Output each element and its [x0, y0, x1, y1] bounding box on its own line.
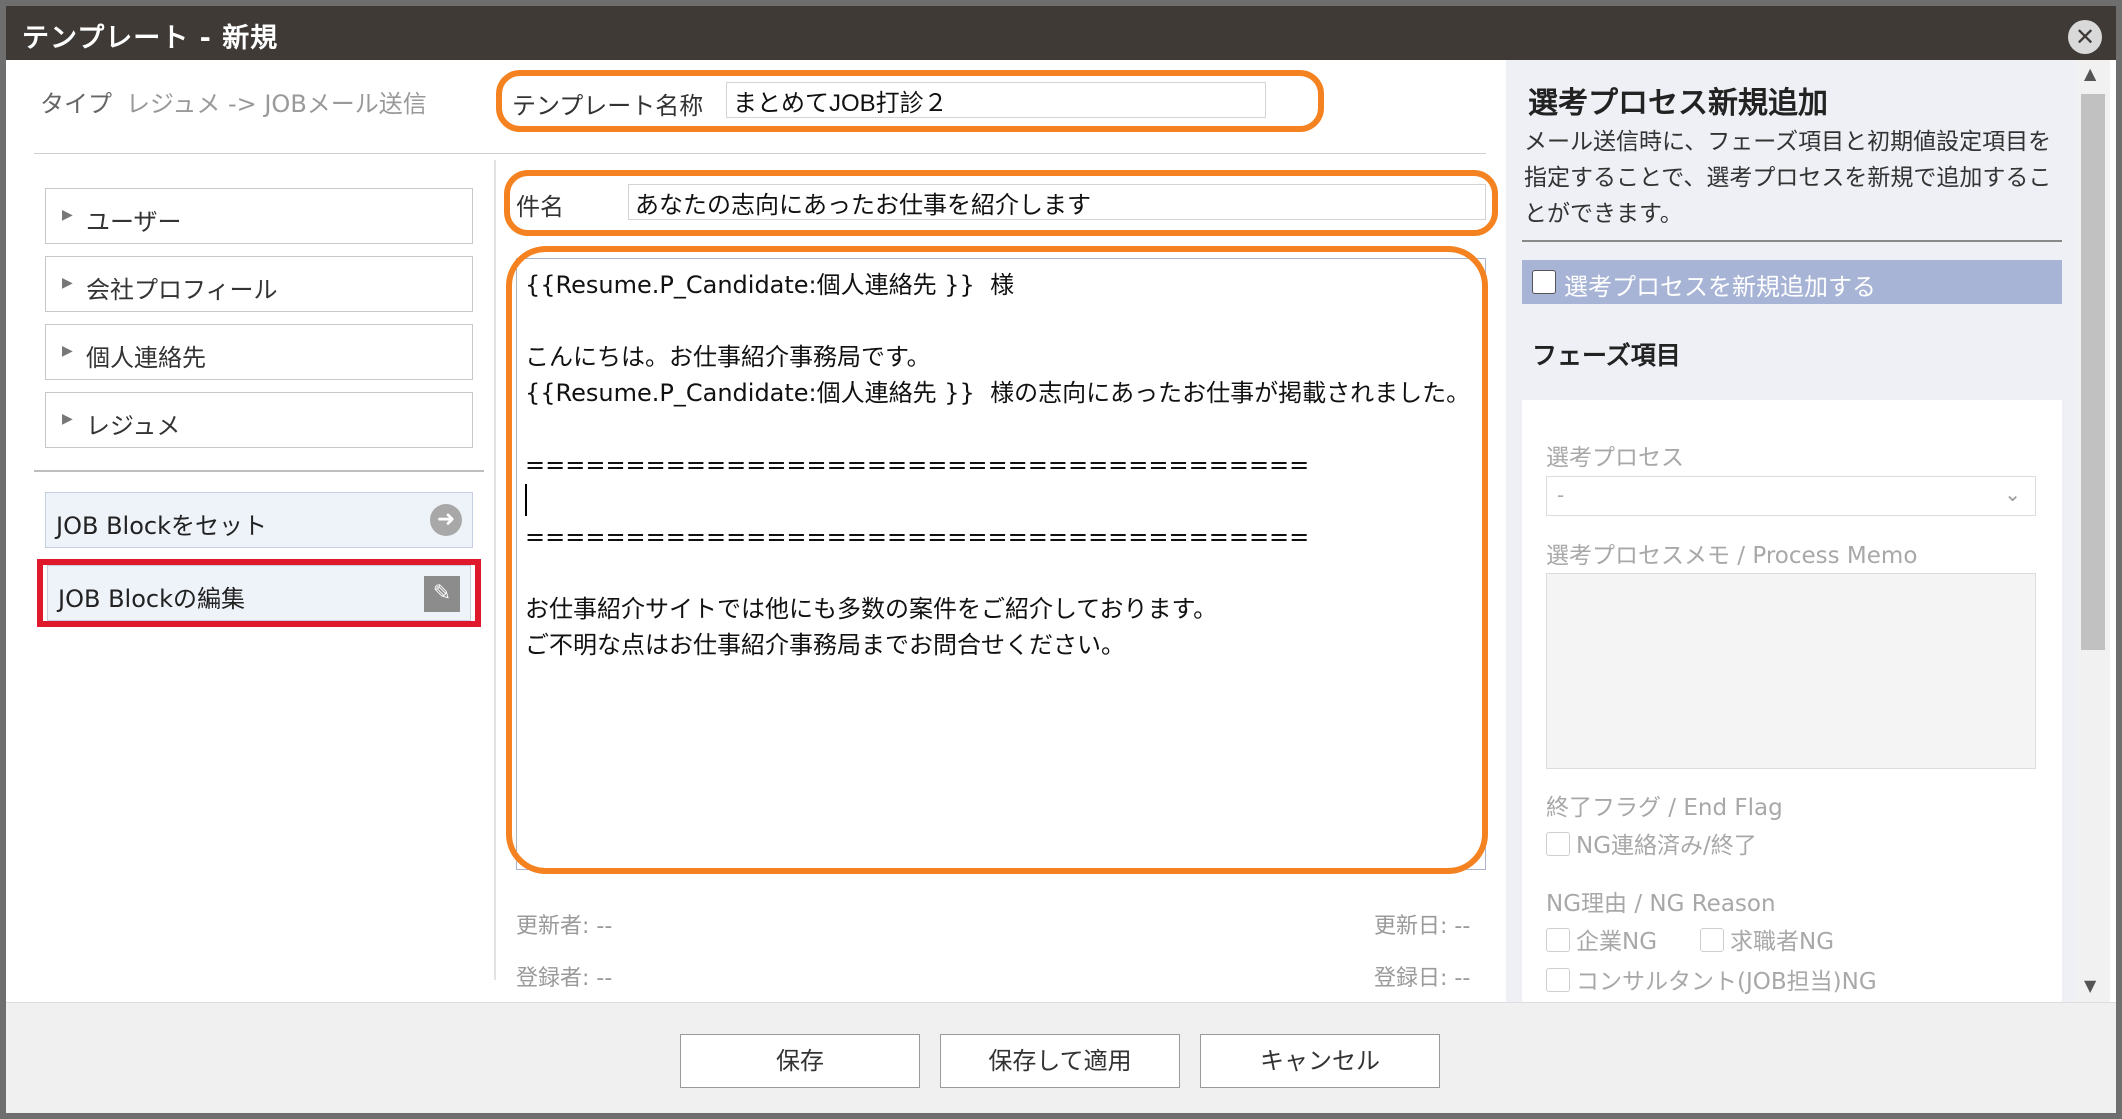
add-process-checkbox[interactable] [1532, 270, 1556, 294]
updated-by: 更新者: -- [516, 914, 613, 939]
ng-candidate-label: 求職者NG [1730, 929, 1835, 955]
divider [34, 153, 1486, 154]
ng-consultant-label: コンサルタント(JOB担当)NG [1576, 969, 1877, 995]
highlight-box-body [506, 246, 1488, 874]
memo-label: 選考プロセスメモ / Process Memo [1546, 543, 1918, 569]
divider [34, 470, 484, 472]
expand-triangle-icon: ▶ [62, 411, 73, 427]
process-select-value: - [1557, 483, 1565, 507]
updated-at: 更新日: -- [1374, 914, 1471, 939]
ng-consultant-checkbox[interactable] [1546, 968, 1570, 992]
highlight-box-template-name [496, 70, 1324, 132]
set-job-block-button[interactable]: JOB Blockをセット ➜ [45, 492, 473, 548]
right-panel-description: メール送信時に、フェーズ項目と初期値設定項目を指定することで、選考プロセスを新規… [1524, 129, 2052, 227]
end-flag-option: NG連絡済み/終了 [1576, 833, 1757, 859]
dialog-titlebar: テンプレート - 新規 ✕ [6, 6, 2116, 60]
chevron-down-icon: ⌄ [2004, 482, 2021, 506]
end-flag-checkbox[interactable] [1546, 832, 1570, 856]
end-flag-label: 終了フラグ / End Flag [1546, 795, 1783, 821]
save-button[interactable]: 保存 [680, 1034, 920, 1088]
memo-textarea[interactable] [1546, 573, 2036, 769]
type-row: タイプ レジュメ -> JOBメール送信 [40, 84, 427, 119]
add-process-checkbox-row[interactable]: 選考プロセスを新規追加する [1522, 260, 2062, 304]
scroll-down-icon[interactable]: ▼ [2084, 976, 2096, 995]
expand-triangle-icon: ▶ [62, 275, 73, 291]
arrow-right-circle-icon[interactable]: ➜ [430, 504, 462, 536]
dialog-title: テンプレート - 新規 [22, 23, 279, 54]
accordion-label: 会社プロフィール [86, 276, 278, 304]
column-divider [494, 160, 496, 980]
divider [1522, 240, 2062, 242]
scrollbar-thumb[interactable] [2081, 94, 2105, 650]
accordion-label: レジュメ [86, 412, 181, 440]
cancel-button[interactable]: キャンセル [1200, 1034, 1440, 1088]
expand-triangle-icon: ▶ [62, 343, 73, 359]
accordion-item-user[interactable]: ▶ ユーザー [45, 188, 473, 244]
process-select[interactable]: - ⌄ [1546, 476, 2036, 516]
expand-triangle-icon: ▶ [62, 207, 73, 223]
process-label: 選考プロセス [1546, 445, 1684, 471]
set-job-block-label: JOB Blockをセット [56, 512, 267, 540]
phase-heading: フェーズ項目 [1532, 341, 1681, 370]
created-at: 登録日: -- [1374, 966, 1471, 991]
ng-company-checkbox[interactable] [1546, 928, 1570, 952]
highlight-box-red [37, 559, 481, 627]
close-icon[interactable]: ✕ [2068, 20, 2102, 54]
scroll-up-icon[interactable]: ▲ [2084, 64, 2096, 83]
accordion-label: ユーザー [86, 208, 182, 236]
ng-reason-label: NG理由 / NG Reason [1546, 891, 1776, 917]
right-panel-title: 選考プロセス新規追加 [1528, 86, 1828, 121]
type-label: タイプ [40, 90, 112, 118]
created-by: 登録者: -- [516, 966, 613, 991]
save-and-apply-button[interactable]: 保存して適用 [940, 1034, 1180, 1088]
highlight-box-subject [504, 170, 1498, 236]
accordion-item-company-profile[interactable]: ▶ 会社プロフィール [45, 256, 473, 312]
type-value: レジュメ -> JOBメール送信 [126, 90, 427, 118]
accordion-label: 個人連絡先 [86, 344, 206, 372]
ng-company-label: 企業NG [1576, 929, 1658, 955]
accordion-item-resume[interactable]: ▶ レジュメ [45, 392, 473, 448]
ng-candidate-checkbox[interactable] [1700, 928, 1724, 952]
accordion-item-personal-contact[interactable]: ▶ 個人連絡先 [45, 324, 473, 380]
add-process-checkbox-label: 選考プロセスを新規追加する [1564, 273, 1876, 301]
